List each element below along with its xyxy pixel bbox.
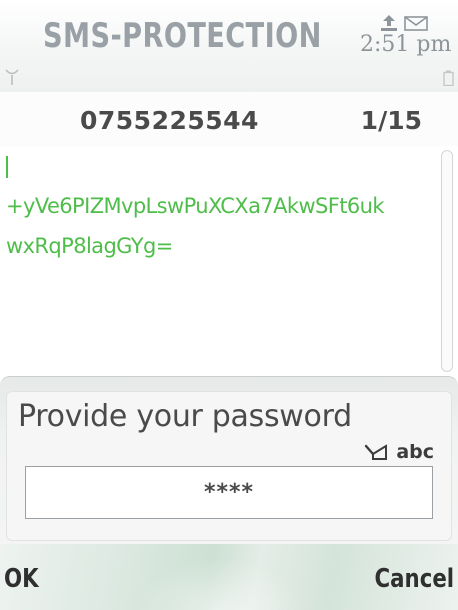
dialog-title: Provide your password xyxy=(18,399,352,434)
upload-icon xyxy=(381,15,397,31)
pencil-icon xyxy=(365,444,388,460)
battery-icon xyxy=(443,70,454,86)
clock: 2:51 pm xyxy=(360,32,452,57)
app-title: SMS-PROTECTION xyxy=(43,16,322,56)
message-line: wxRqP8lagGYg= xyxy=(6,234,173,258)
ok-button[interactable]: OK xyxy=(4,564,39,594)
signal-icon xyxy=(5,69,19,85)
scrollbar[interactable] xyxy=(441,150,453,372)
password-dialog: Provide your password abc **** xyxy=(0,376,458,544)
message-header: 0755225544 1/15 xyxy=(0,92,458,146)
mail-icon xyxy=(404,16,428,31)
status-bar: SMS-PROTECTION 2:51 pm xyxy=(0,0,458,92)
text-cursor-line xyxy=(6,146,440,186)
password-input[interactable]: **** xyxy=(25,466,433,519)
message-body[interactable]: +yVe6PIZMvpLswPuXCXa7AkwSFt6uk wxRqP8lag… xyxy=(0,146,440,378)
message-counter: 1/15 xyxy=(360,106,422,135)
input-mode-label: abc xyxy=(396,441,434,463)
text-cursor xyxy=(6,156,8,178)
softkey-bar: OK Cancel xyxy=(0,544,458,610)
cancel-button[interactable]: Cancel xyxy=(374,564,454,594)
input-mode-indicator: abc xyxy=(364,441,434,463)
message-line: +yVe6PIZMvpLswPuXCXa7AkwSFt6uk xyxy=(6,194,385,218)
sender-number: 0755225544 xyxy=(80,106,259,135)
